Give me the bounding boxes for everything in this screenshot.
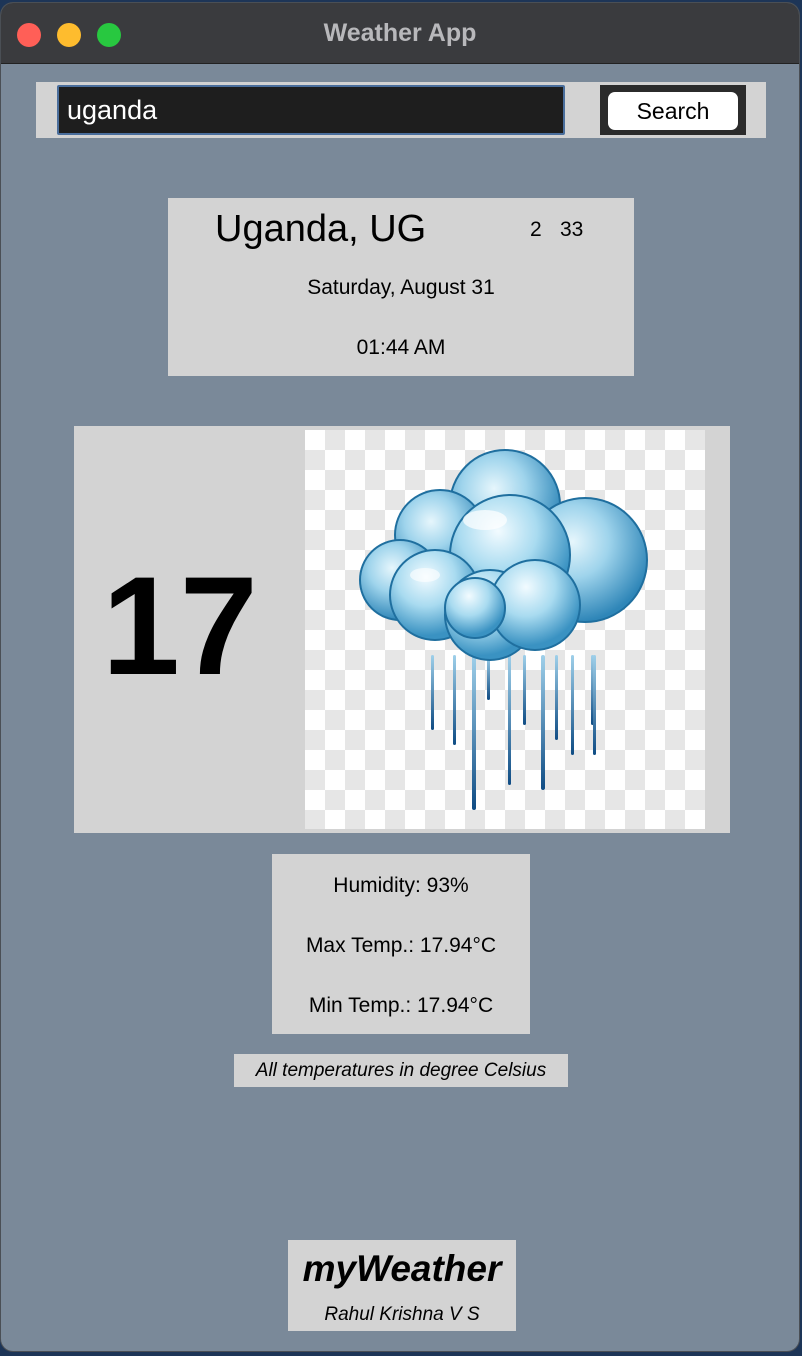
details-panel: Humidity: 93% Max Temp.: 17.94°C Min Tem… — [272, 854, 530, 1034]
author-name: Rahul Krishna V S — [324, 1304, 480, 1325]
location-number-a: 2 — [530, 218, 542, 241]
search-button-frame: Search — [600, 85, 746, 135]
current-date: Saturday, August 31 — [307, 276, 495, 299]
location-panel: Uganda, UG 2 33 Saturday, August 31 01:4… — [168, 198, 634, 376]
humidity-label: Humidity: 93% — [333, 874, 469, 897]
title-bar[interactable]: Weather App — [1, 3, 799, 64]
search-bar: Search — [36, 82, 766, 138]
footer-brand: myWeather Rahul Krishna V S — [288, 1240, 516, 1331]
min-temp-label: Min Temp.: 17.94°C — [308, 994, 494, 1017]
app-window: Weather App Search Uganda, UG 2 33 Satur… — [1, 3, 799, 1351]
weather-icon-area — [305, 430, 705, 829]
search-button[interactable]: Search — [608, 92, 738, 130]
brand-name: myWeather — [302, 1248, 502, 1289]
location-number-b: 33 — [560, 218, 584, 241]
rain-cloud-icon — [359, 449, 648, 810]
current-weather-panel: 17 — [74, 426, 730, 833]
city-name: Uganda, UG — [215, 208, 427, 250]
max-temp-label: Max Temp.: 17.94°C — [305, 934, 497, 957]
current-time: 01:44 AM — [356, 336, 446, 359]
window-title: Weather App — [323, 19, 477, 47]
units-note: All temperatures in degree Celsius — [234, 1054, 568, 1087]
current-temperature: 17 — [102, 547, 258, 704]
search-input[interactable] — [57, 85, 565, 135]
